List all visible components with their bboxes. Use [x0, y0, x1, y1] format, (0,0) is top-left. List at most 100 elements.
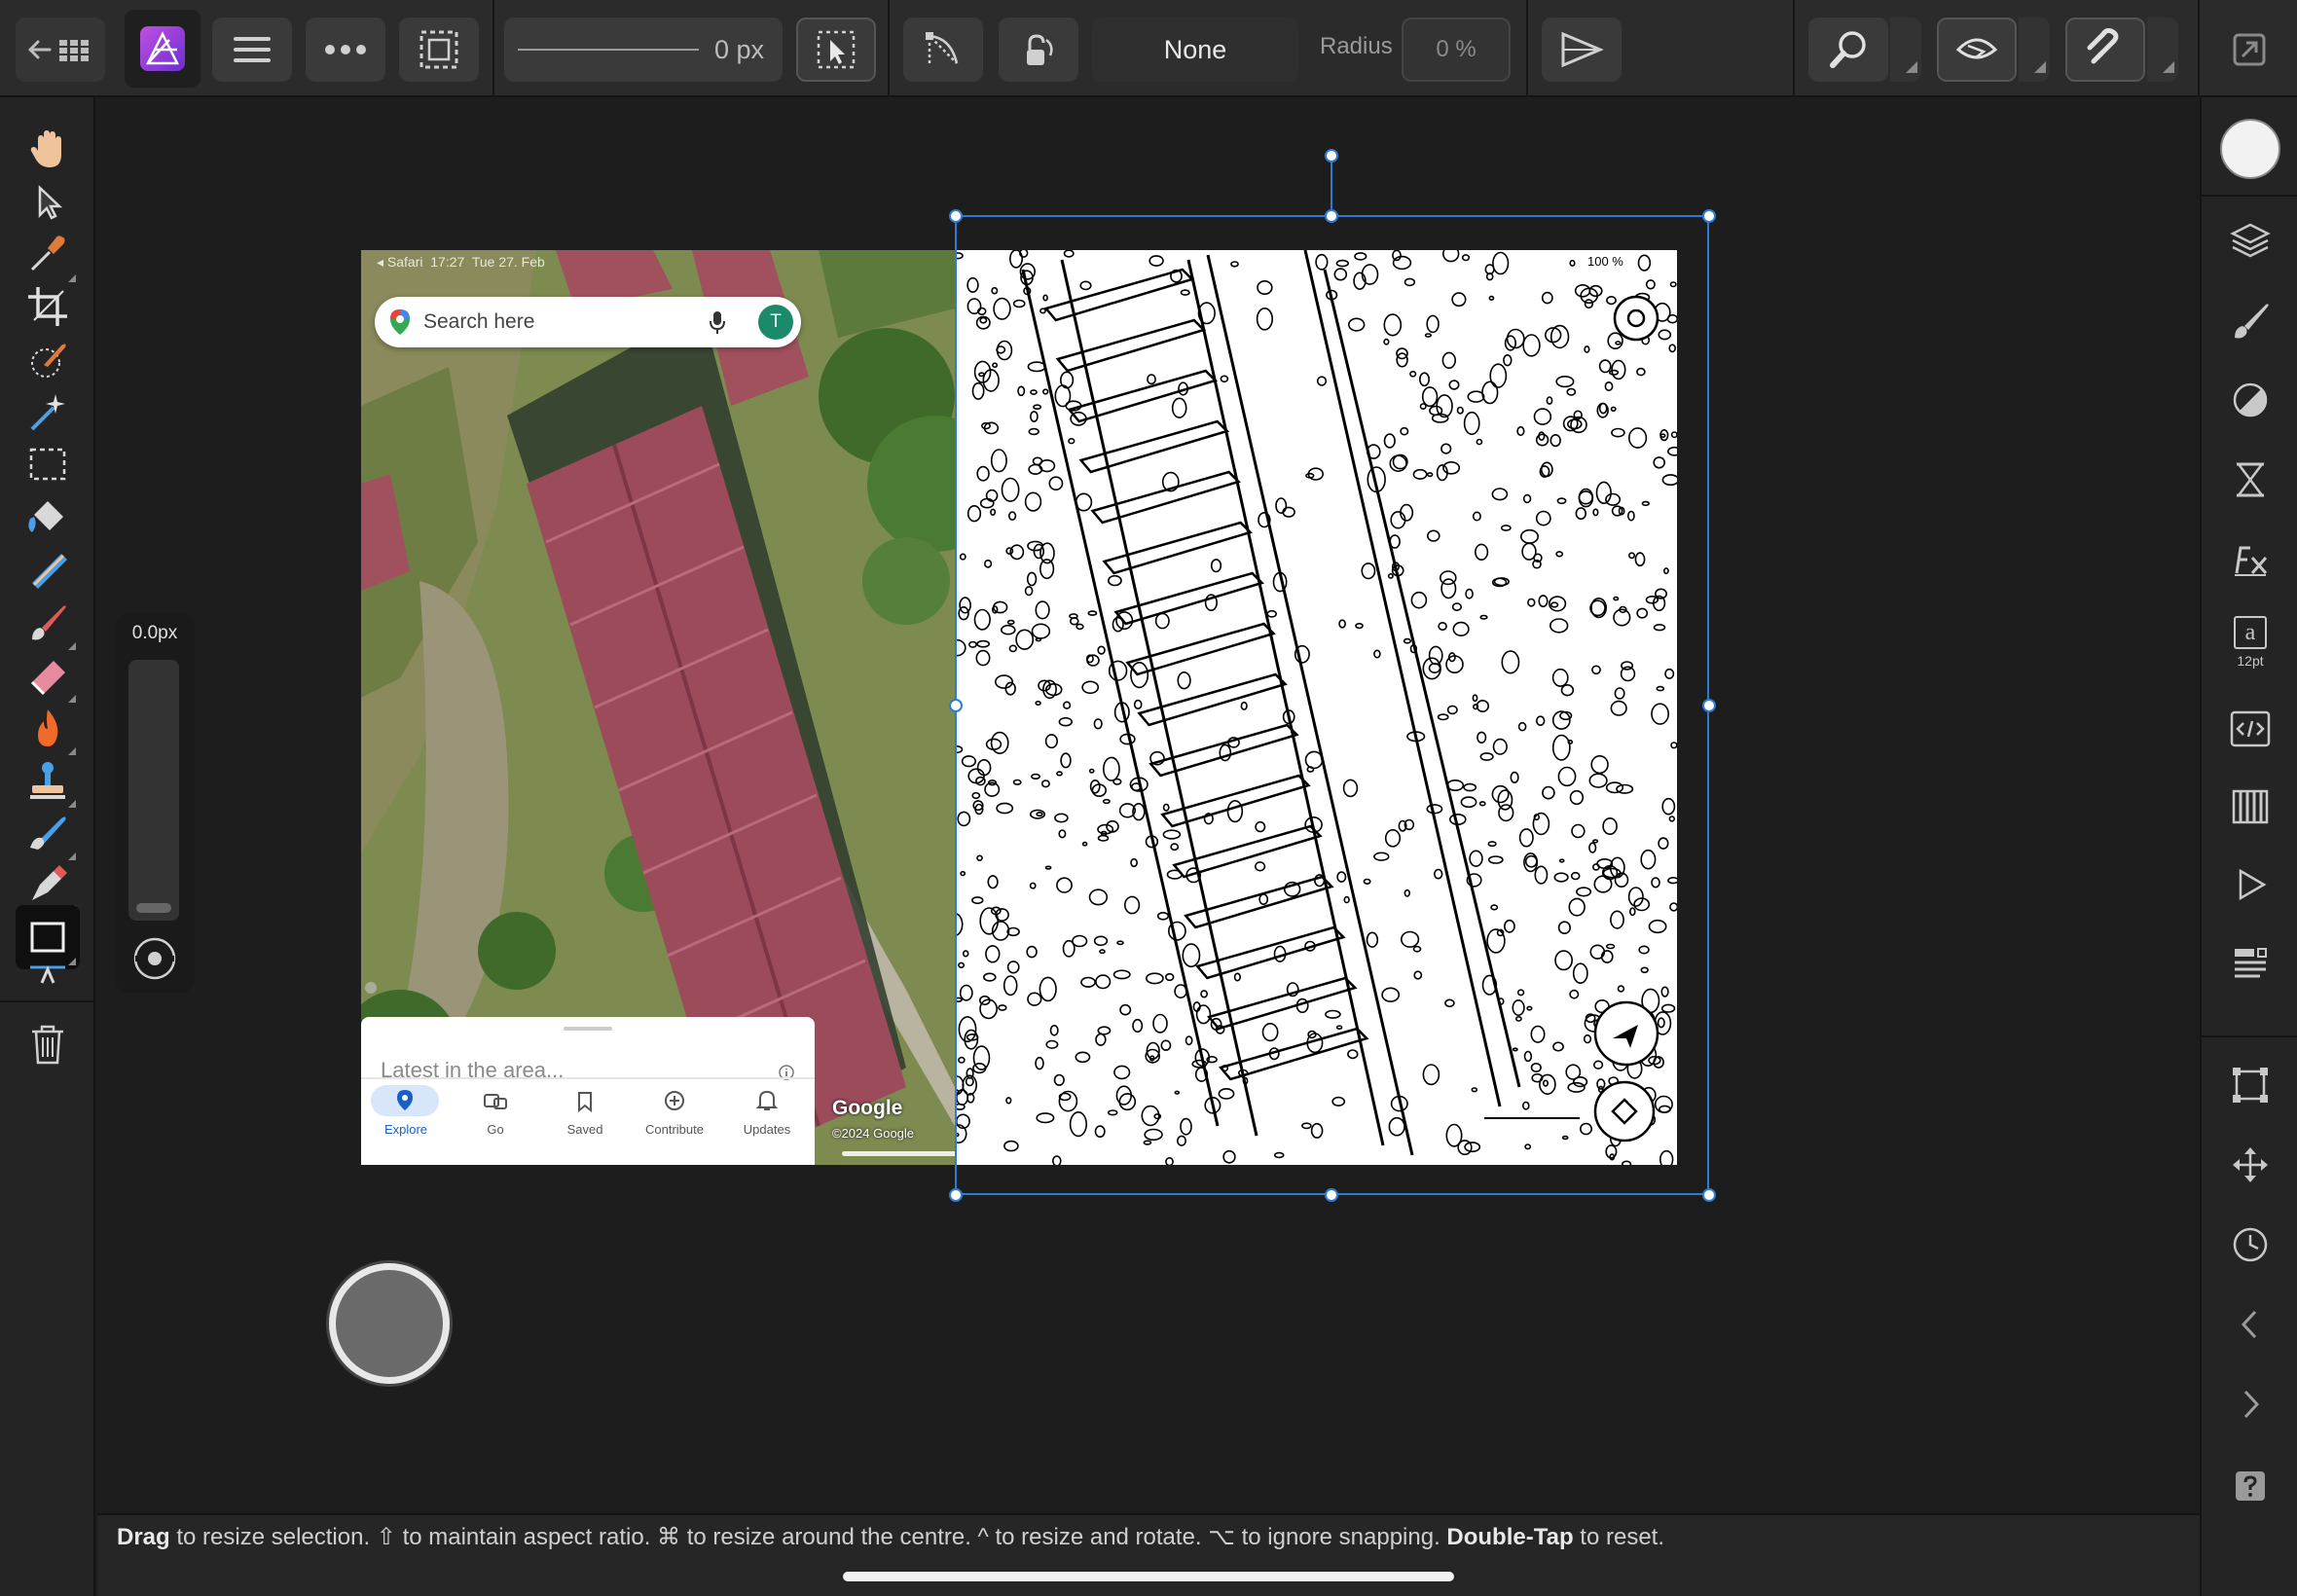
corner-tool-button[interactable]: [903, 18, 983, 82]
layers-button-outline: [1613, 295, 1659, 342]
hamburger-icon: [234, 37, 271, 62]
dropdown-corner-icon: [2034, 61, 2046, 73]
rectangle-icon: [30, 922, 65, 953]
gradient-icon: [32, 554, 67, 589]
fill-selector[interactable]: None: [1092, 18, 1298, 82]
menu-button[interactable]: [212, 18, 292, 82]
slider-thumb[interactable]: [136, 903, 171, 913]
maps-search-bar[interactable]: Search here T: [375, 297, 801, 347]
history-studio-button[interactable]: [2218, 930, 2282, 995]
maps-pin-icon: [390, 309, 410, 335]
toolbar-divider: [492, 0, 494, 97]
snapping-options-dropdown[interactable]: [2147, 18, 2178, 82]
magnifier-icon: [1830, 31, 1866, 68]
resize-handle-top[interactable]: [1325, 209, 1338, 223]
effects-studio-button[interactable]: [2218, 527, 2282, 592]
resize-handle-bottom-left[interactable]: [949, 1188, 963, 1202]
pen-nib-icon: [32, 865, 67, 900]
delete-button[interactable]: [16, 1012, 80, 1076]
undo-button[interactable]: [2218, 1292, 2282, 1357]
adjustments-studio-button[interactable]: [2218, 368, 2282, 432]
brushes-studio-button[interactable]: [2218, 288, 2282, 352]
zoom-view-button[interactable]: [1808, 18, 1888, 82]
list-panel-icon: [2235, 948, 2267, 978]
resize-handle-right[interactable]: [1702, 699, 1716, 712]
marquee-icon: [29, 448, 66, 481]
maps-tab-updates[interactable]: Updates: [719, 1081, 815, 1140]
selection-mode-button[interactable]: [399, 18, 479, 82]
slider-mode-button[interactable]: [130, 934, 179, 983]
ellipsis-icon: [325, 45, 366, 54]
explore-pin-icon: [397, 1090, 413, 1110]
eye-icon: [1955, 38, 1998, 59]
snapping-button[interactable]: [2065, 18, 2145, 82]
code-icon: [2230, 710, 2271, 747]
text-size-label: 12pt: [2237, 653, 2264, 669]
move-nudge-button[interactable]: [2218, 1133, 2282, 1197]
artistic-text-tool[interactable]: [16, 958, 80, 993]
layers-icon: [2230, 223, 2271, 258]
stamp-icon: [30, 762, 65, 799]
maps-tab-explore[interactable]: Explore: [361, 1081, 451, 1140]
maps-tab-go[interactable]: Go: [451, 1081, 540, 1140]
live-filters-studio-button[interactable]: [2218, 448, 2282, 512]
edge-detection-layer: 100 %: [955, 250, 1677, 1165]
toggle-ui-button[interactable]: [2217, 18, 2281, 82]
commute-icon: [484, 1094, 507, 1109]
resize-handle-top-right[interactable]: [1702, 209, 1716, 223]
back-to-gallery-button[interactable]: [16, 18, 105, 82]
command-controller-button[interactable]: [329, 1263, 450, 1384]
stroke-width-control[interactable]: 0 px: [504, 18, 783, 82]
rotation-handle[interactable]: [1325, 149, 1338, 163]
home-indicator[interactable]: [843, 1572, 1454, 1581]
navigator-studio-button[interactable]: [2218, 852, 2282, 917]
radius-input[interactable]: 0 %: [1402, 18, 1511, 82]
send-triangle-icon: [1561, 31, 1604, 68]
view-options-dropdown[interactable]: [2019, 18, 2050, 82]
history-button[interactable]: [2218, 1213, 2282, 1277]
tab-label: Go: [487, 1122, 504, 1137]
resize-handle-bottom[interactable]: [1325, 1188, 1338, 1202]
paint-bucket-icon: [28, 501, 63, 532]
selection-brush-icon: [31, 344, 66, 378]
view-mode-button[interactable]: [1937, 18, 2017, 82]
transform-studio-button[interactable]: [2218, 1053, 2282, 1117]
account-avatar[interactable]: T: [758, 305, 793, 340]
maps-bottom-sheet[interactable]: Latest in the area... Explore Go Saved C…: [361, 1017, 815, 1165]
maps-tab-saved[interactable]: Saved: [540, 1081, 630, 1140]
sheet-title: Latest in the area...: [381, 1058, 565, 1082]
text-styles-studio-button[interactable]: a 12pt: [2218, 605, 2282, 679]
toolbar-divider: [2198, 0, 2200, 97]
resize-handle-bottom-right[interactable]: [1702, 1188, 1716, 1202]
arrow-cursor-icon: [38, 185, 63, 220]
microphone-icon[interactable]: [708, 309, 727, 335]
redo-button[interactable]: [2218, 1372, 2282, 1436]
resize-handle-top-left[interactable]: [949, 209, 963, 223]
marquee-select-icon: [419, 30, 458, 69]
photo-persona-button[interactable]: [125, 10, 201, 88]
layers-studio-button[interactable]: [2218, 208, 2282, 272]
corner-path-icon: [926, 32, 959, 64]
toolbar-divider: [1526, 0, 1528, 97]
colour-well[interactable]: [2218, 117, 2282, 181]
resize-handle-left[interactable]: [949, 699, 963, 712]
rotation-handle-line: [1331, 156, 1332, 216]
width-slider[interactable]: [128, 660, 179, 921]
zoom-options-dropdown[interactable]: [1890, 18, 1921, 82]
sheet-handle[interactable]: [564, 1027, 612, 1031]
macro-studio-button[interactable]: [2218, 697, 2282, 761]
more-button[interactable]: [306, 18, 385, 82]
fx-icon: [2235, 546, 2268, 576]
lock-icon: [1027, 34, 1053, 65]
lock-ratio-button[interactable]: [999, 18, 1078, 82]
move-arrows-icon: [2233, 1147, 2268, 1182]
convert-to-curves-button[interactable]: [1542, 18, 1622, 82]
select-path-button[interactable]: [796, 18, 876, 82]
maps-tab-contribute[interactable]: Contribute: [630, 1081, 719, 1140]
toolbar-divider: [888, 0, 890, 97]
channels-studio-button[interactable]: [2218, 775, 2282, 839]
transform-icon: [2233, 1068, 2268, 1103]
hand-icon: [30, 130, 61, 167]
hint-bold: Drag: [117, 1524, 170, 1550]
help-button[interactable]: [2218, 1454, 2282, 1518]
